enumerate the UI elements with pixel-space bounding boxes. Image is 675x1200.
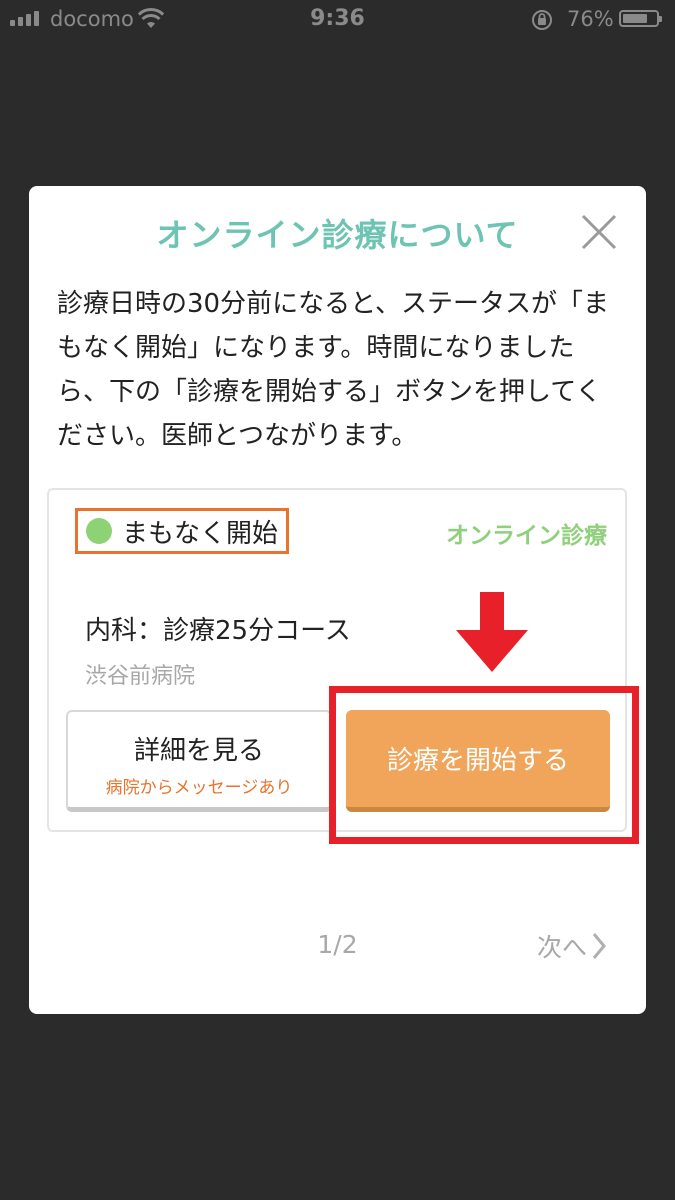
battery-level <box>623 14 647 23</box>
next-page-label: 次へ <box>537 933 588 962</box>
close-icon[interactable] <box>579 212 619 252</box>
consultation-type-label: オンライン診療 <box>446 523 607 549</box>
battery-icon <box>619 10 662 27</box>
rotation-lock-icon <box>532 10 552 30</box>
modal-title: オンライン診療について <box>156 216 519 254</box>
online-consultation-modal: オンライン診療について 診療日時の30分前になると、ステータスが「まもなく開始」… <box>29 186 646 1014</box>
down-arrow-icon <box>456 592 528 672</box>
battery-percent: 76% <box>567 7 614 31</box>
hospital-name: 渋谷前病院 <box>85 664 196 689</box>
course-name: 内科：診療25分コース <box>85 616 351 646</box>
modal-description: 診療日時の30分前になると、ステータスが「まもなく開始」になります。時間になりま… <box>57 289 610 451</box>
view-details-button[interactable]: 詳細を見る 病院からメッセージあり <box>66 710 332 812</box>
status-badge: まもなく開始 <box>75 508 290 554</box>
hospital-message-notice: 病院からメッセージあり <box>105 778 293 798</box>
chevron-right-icon <box>592 933 606 959</box>
status-dot-icon <box>86 518 112 544</box>
status-bar: docomo 9:36 76% <box>0 0 675 40</box>
next-page-link[interactable]: 次へ <box>537 928 607 964</box>
highlight-frame <box>329 686 639 844</box>
status-text: まもなく開始 <box>122 518 279 549</box>
view-details-label: 詳細を見る <box>133 736 264 766</box>
